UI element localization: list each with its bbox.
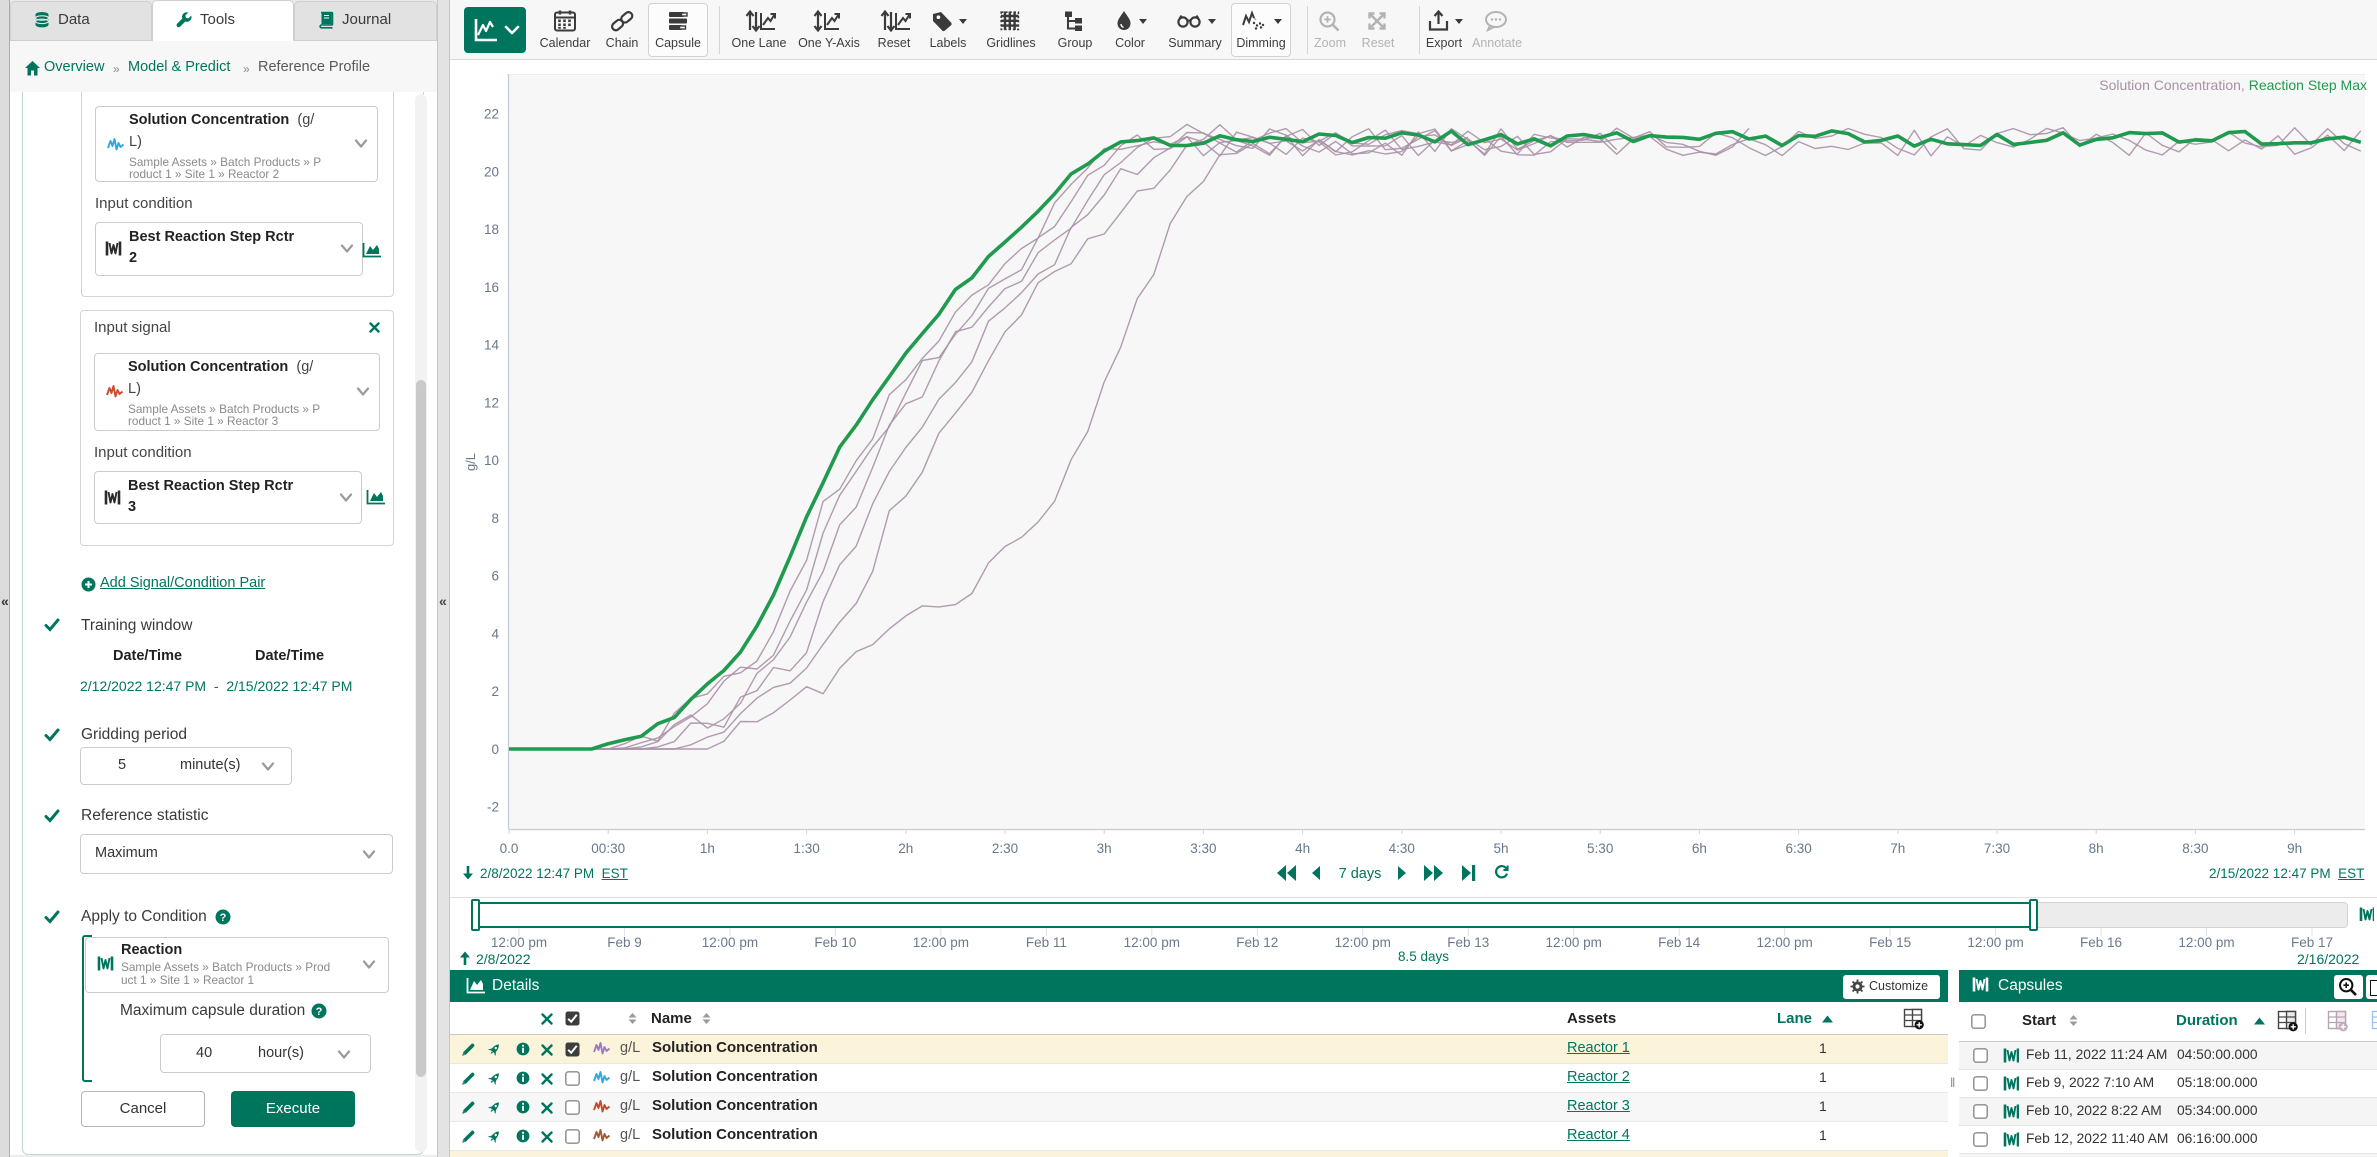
- svg-text:12:00 pm: 12:00 pm: [913, 935, 969, 950]
- svg-text:8:30: 8:30: [2182, 841, 2208, 856]
- svg-text:8: 8: [491, 511, 499, 526]
- svg-text:0: 0: [491, 742, 499, 757]
- svg-text:5:30: 5:30: [1587, 841, 1613, 856]
- svg-text:12:00 pm: 12:00 pm: [1335, 935, 1391, 950]
- svg-text:4h: 4h: [1295, 841, 1310, 856]
- svg-text:12:00 pm: 12:00 pm: [491, 935, 547, 950]
- svg-text:16: 16: [484, 280, 499, 295]
- svg-text:00:30: 00:30: [591, 841, 625, 856]
- svg-text:12:00 pm: 12:00 pm: [1967, 935, 2023, 950]
- svg-text:Feb 13: Feb 13: [1447, 935, 1489, 950]
- svg-text:-2: -2: [487, 800, 499, 815]
- svg-text:20: 20: [484, 164, 499, 179]
- svg-text:9h: 9h: [2287, 841, 2302, 856]
- svg-text:12: 12: [484, 395, 499, 410]
- svg-text:6:30: 6:30: [1785, 841, 1811, 856]
- svg-text:4:30: 4:30: [1389, 841, 1415, 856]
- svg-text:6: 6: [491, 569, 499, 584]
- svg-text:?: ?: [316, 1006, 323, 1018]
- svg-text:1h: 1h: [700, 841, 715, 856]
- svg-text:6h: 6h: [1692, 841, 1707, 856]
- svg-text:22: 22: [484, 107, 499, 122]
- svg-text:2: 2: [491, 684, 499, 699]
- svg-text:Feb 17: Feb 17: [2291, 935, 2333, 950]
- svg-text:18: 18: [484, 222, 499, 237]
- svg-text:14: 14: [484, 338, 500, 353]
- svg-text:Feb 15: Feb 15: [1869, 935, 1911, 950]
- svg-text:?: ?: [220, 912, 227, 924]
- svg-text:10: 10: [484, 453, 499, 468]
- svg-text:g/L: g/L: [463, 453, 478, 471]
- svg-text:12:00 pm: 12:00 pm: [1124, 935, 1180, 950]
- svg-text:0.0: 0.0: [500, 841, 519, 856]
- svg-text:Feb 11: Feb 11: [1026, 935, 1067, 950]
- svg-text:Feb 14: Feb 14: [1658, 935, 1701, 950]
- svg-text:12:00 pm: 12:00 pm: [1756, 935, 1812, 950]
- svg-text:12:00 pm: 12:00 pm: [702, 935, 758, 950]
- svg-text:7 days: 7 days: [1339, 866, 1382, 882]
- svg-text:8h: 8h: [2089, 841, 2104, 856]
- svg-text:12:00 pm: 12:00 pm: [1546, 935, 1602, 950]
- svg-text:3:30: 3:30: [1190, 841, 1216, 856]
- svg-text:7h: 7h: [1890, 841, 1905, 856]
- svg-text:4: 4: [491, 626, 499, 641]
- svg-text:Feb 9: Feb 9: [607, 935, 642, 950]
- svg-text:3h: 3h: [1097, 841, 1112, 856]
- svg-text:1:30: 1:30: [793, 841, 819, 856]
- svg-text:Feb 12: Feb 12: [1236, 935, 1278, 950]
- svg-text:12:00 pm: 12:00 pm: [2178, 935, 2234, 950]
- svg-text:7:30: 7:30: [1984, 841, 2010, 856]
- svg-text:Feb 16: Feb 16: [2080, 935, 2122, 950]
- svg-text:5h: 5h: [1493, 841, 1508, 856]
- svg-text:Feb 10: Feb 10: [814, 935, 856, 950]
- svg-text:2h: 2h: [898, 841, 913, 856]
- svg-text:2:30: 2:30: [992, 841, 1018, 856]
- svg-text:Solution Concentration, Reacti: Solution Concentration, Reaction Step Ma…: [2099, 77, 2367, 93]
